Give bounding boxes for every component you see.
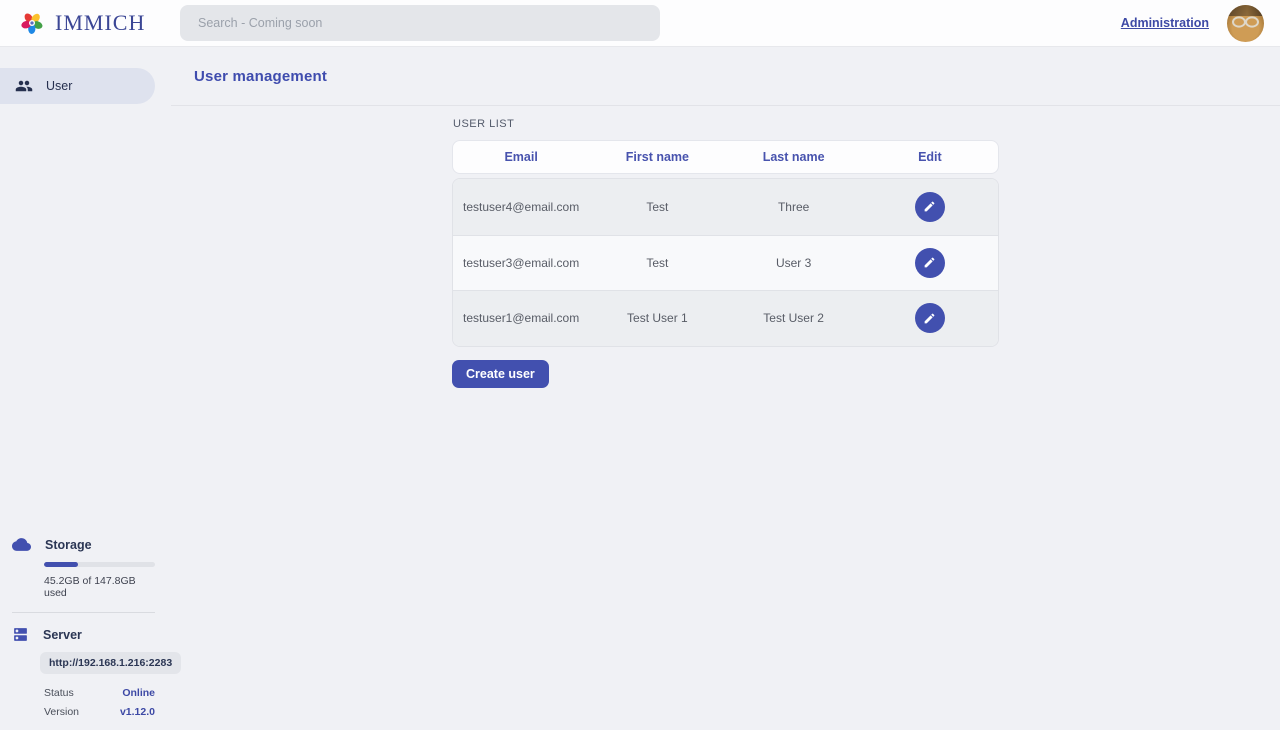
server-version-label: Version [44,706,79,718]
page-content: USER LIST Email First name Last name Edi… [171,106,1280,388]
topbar-right: Administration [1121,5,1280,42]
storage-progress-bar [44,562,155,567]
app-body: User Storage 45.2GB of 147.8GB used [0,47,1280,730]
immich-logo-icon [18,9,46,37]
app-title: IMMICH [55,10,145,36]
server-section: Server http://192.168.1.216:2283 Status … [12,626,155,718]
table-row: testuser3@email.com Test User 3 [453,235,998,291]
cell-email: testuser1@email.com [453,311,589,325]
server-status-value: Online [122,687,155,699]
page-header: User management [171,47,1280,106]
sidebar-item-user[interactable]: User [0,68,155,104]
server-status-label: Status [44,687,74,699]
server-version-row: Version v1.12.0 [44,706,155,718]
storage-usage-text: 45.2GB of 147.8GB used [44,575,155,599]
create-user-button[interactable]: Create user [452,360,549,388]
table-header-row: Email First name Last name Edit [452,140,999,174]
user-avatar[interactable] [1227,5,1264,42]
cell-first-name: Test User 1 [589,311,725,325]
column-header-edit: Edit [862,150,998,164]
cell-last-name: Three [726,200,862,214]
users-icon [15,77,33,95]
sidebar-divider [12,612,155,613]
section-title: USER LIST [453,118,1280,130]
edit-user-button[interactable] [915,248,945,278]
column-header-email: Email [453,150,589,164]
server-url: http://192.168.1.216:2283 [40,652,181,674]
edit-user-button[interactable] [915,303,945,333]
edit-pencil-icon [923,312,936,325]
search-input[interactable] [180,5,660,41]
column-header-first-name: First name [589,150,725,164]
cell-email: testuser4@email.com [453,200,589,214]
edit-pencil-icon [923,256,936,269]
storage-title: Storage [45,538,92,552]
edit-pencil-icon [923,200,936,213]
user-table: Email First name Last name Edit testuser… [452,140,999,347]
edit-user-button[interactable] [915,192,945,222]
column-header-last-name: Last name [726,150,862,164]
cell-first-name: Test [589,200,725,214]
table-row: testuser1@email.com Test User 1 Test Use… [453,290,998,346]
table-body: testuser4@email.com Test Three [452,178,999,347]
cell-last-name: User 3 [726,256,862,270]
cell-first-name: Test [589,256,725,270]
server-version-value: v1.12.0 [120,706,155,718]
brand[interactable]: IMMICH [0,9,145,37]
sidebar: User Storage 45.2GB of 147.8GB used [0,47,171,730]
main-panel: User management USER LIST Email First na… [171,47,1280,730]
topbar: IMMICH Administration [0,0,1280,47]
cloud-icon [12,535,31,554]
cell-email: testuser3@email.com [453,256,589,270]
sidebar-bottom: Storage 45.2GB of 147.8GB used Server [12,535,155,718]
glasses-icon [1231,15,1260,29]
storage-section: Storage 45.2GB of 147.8GB used [12,535,155,599]
server-title: Server [43,628,82,642]
cell-last-name: Test User 2 [726,311,862,325]
server-icon [12,626,29,643]
table-row: testuser4@email.com Test Three [453,179,998,235]
administration-link[interactable]: Administration [1121,16,1209,30]
sidebar-item-label: User [46,79,72,93]
app-root: IMMICH Administration User [0,0,1280,730]
server-status-row: Status Online [44,687,155,699]
storage-progress-fill [44,562,78,567]
page-title: User management [194,68,327,85]
